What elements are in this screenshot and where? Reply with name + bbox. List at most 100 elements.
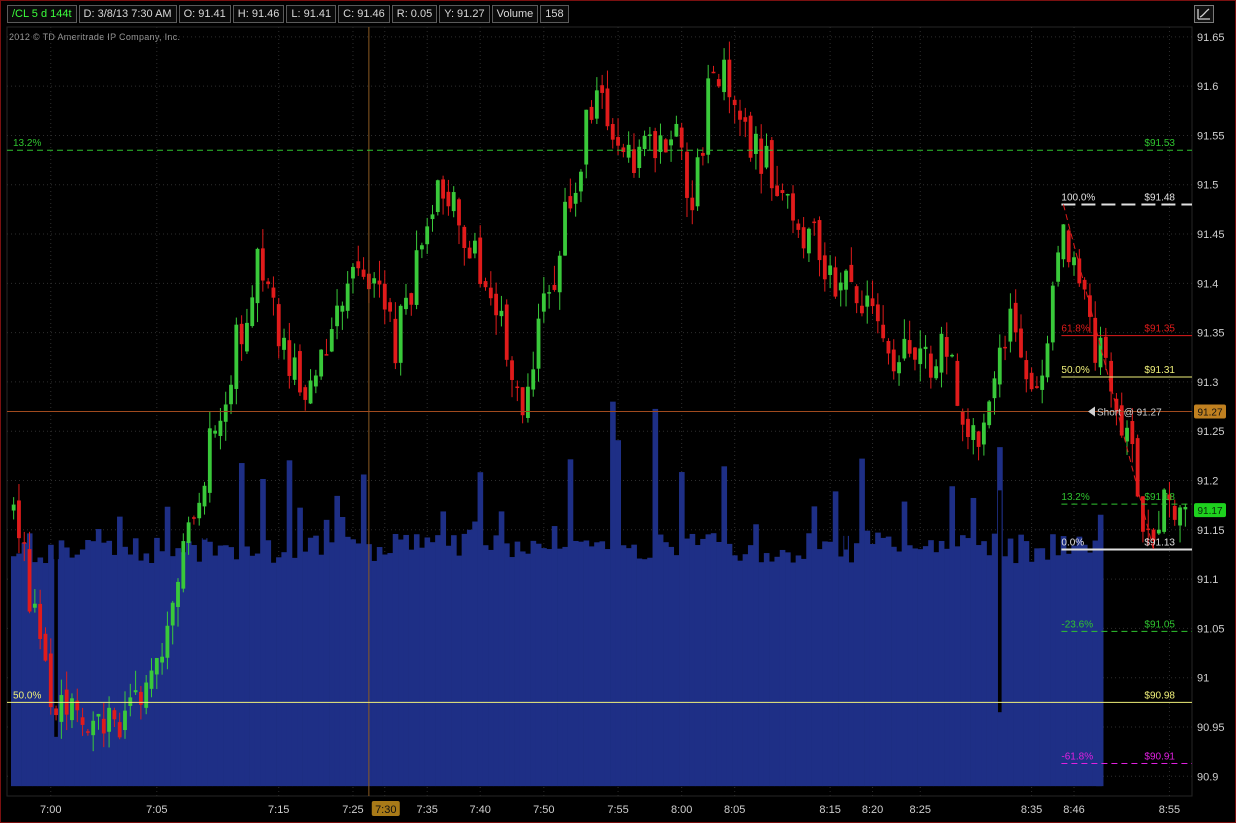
volume-bar (223, 545, 229, 787)
candle (923, 335, 928, 369)
volume-bar (1039, 548, 1046, 787)
volume-bar (376, 547, 383, 787)
candle-body (149, 670, 154, 689)
candle (679, 122, 684, 160)
candle (313, 369, 318, 394)
candle-body (181, 541, 186, 589)
volume-bar (716, 541, 722, 787)
candle-body (245, 322, 249, 352)
candle (282, 328, 286, 360)
candle-body (992, 378, 997, 399)
volume-bar (509, 557, 515, 787)
volume-bar (557, 548, 563, 787)
volume-bar (440, 511, 447, 787)
candle-body (457, 199, 461, 226)
candle-body (107, 707, 111, 732)
candle (335, 289, 339, 340)
candle-body (1024, 360, 1029, 380)
volume-bar (604, 549, 611, 787)
fib-level-label: 61.8% (1061, 324, 1089, 335)
candle-body (944, 337, 949, 357)
candle-body (393, 318, 398, 364)
x-tick-label: 7:35 (416, 804, 437, 816)
volume-bar (21, 542, 28, 787)
candle-body (165, 625, 170, 658)
volume-bar (975, 545, 982, 787)
volume-bar (774, 556, 781, 787)
candle (907, 320, 912, 358)
candle-body (170, 602, 175, 626)
volume-bar (938, 540, 945, 787)
candle (181, 533, 186, 593)
candle-body (960, 411, 965, 425)
candle (499, 295, 504, 327)
volume-bar (16, 553, 22, 787)
candle-body (1066, 230, 1071, 263)
candle-body (589, 106, 594, 120)
candle (393, 302, 398, 370)
candle (939, 326, 944, 388)
candle-body (727, 59, 732, 98)
candle (218, 408, 223, 450)
candle (769, 136, 774, 201)
candle-body (594, 90, 599, 119)
y-tick-label: 91.15 (1197, 525, 1225, 537)
candle-body (112, 710, 117, 720)
volume-bar (790, 562, 796, 787)
candle-body (573, 192, 578, 204)
candle-body (324, 354, 329, 356)
candle-body (700, 152, 705, 156)
candle-body (626, 144, 631, 158)
volume-bar (763, 553, 770, 787)
volume-bar (132, 538, 139, 787)
volume-bar (663, 542, 669, 787)
candle (271, 276, 276, 316)
candle-body (70, 698, 74, 721)
candle (1178, 504, 1182, 543)
volume-bar (233, 559, 240, 787)
volume-bar (201, 538, 208, 787)
candle (1103, 327, 1108, 371)
volume-bar (493, 535, 500, 787)
volume-bar (477, 472, 484, 787)
candle-body (722, 59, 727, 93)
candle-body (144, 682, 149, 708)
candle-body (213, 430, 218, 434)
candle (462, 225, 467, 266)
candle-body (1125, 427, 1129, 442)
volume-bar (710, 533, 717, 787)
price-chart[interactable]: 91.65 91.6 91.55 91.5 91.45 91.4 91.35 91.3 91.2… (1, 1, 1236, 823)
candle (626, 131, 631, 163)
volume-bar (1060, 536, 1067, 787)
volume-bar (689, 533, 696, 787)
volume-bar (265, 540, 272, 787)
candle (1072, 251, 1076, 276)
candle-body (11, 504, 16, 511)
candle-body (313, 375, 318, 387)
volume-bar (965, 538, 971, 787)
candle (669, 130, 673, 162)
candle-body (282, 337, 286, 350)
candle-body (706, 78, 711, 155)
candle-body (91, 720, 96, 736)
volume-bar (504, 543, 510, 787)
volume-bar (217, 545, 224, 787)
candle-body (579, 171, 583, 192)
fib-level-price: $91.35 (1144, 324, 1175, 335)
candle (488, 271, 493, 306)
candle (881, 305, 886, 343)
y-tick-label: 91.55 (1197, 130, 1225, 142)
volume-bar (843, 535, 849, 787)
candle-body (732, 99, 737, 106)
candle (547, 284, 552, 309)
volume-bar (885, 536, 892, 787)
candle (388, 297, 392, 322)
candle (229, 375, 233, 415)
candle-body (600, 85, 605, 93)
candle (637, 139, 642, 178)
candle-body (605, 88, 610, 127)
volume-bar (260, 478, 266, 787)
candle-body (860, 305, 864, 314)
candle-body (197, 502, 202, 519)
candle (298, 344, 302, 396)
